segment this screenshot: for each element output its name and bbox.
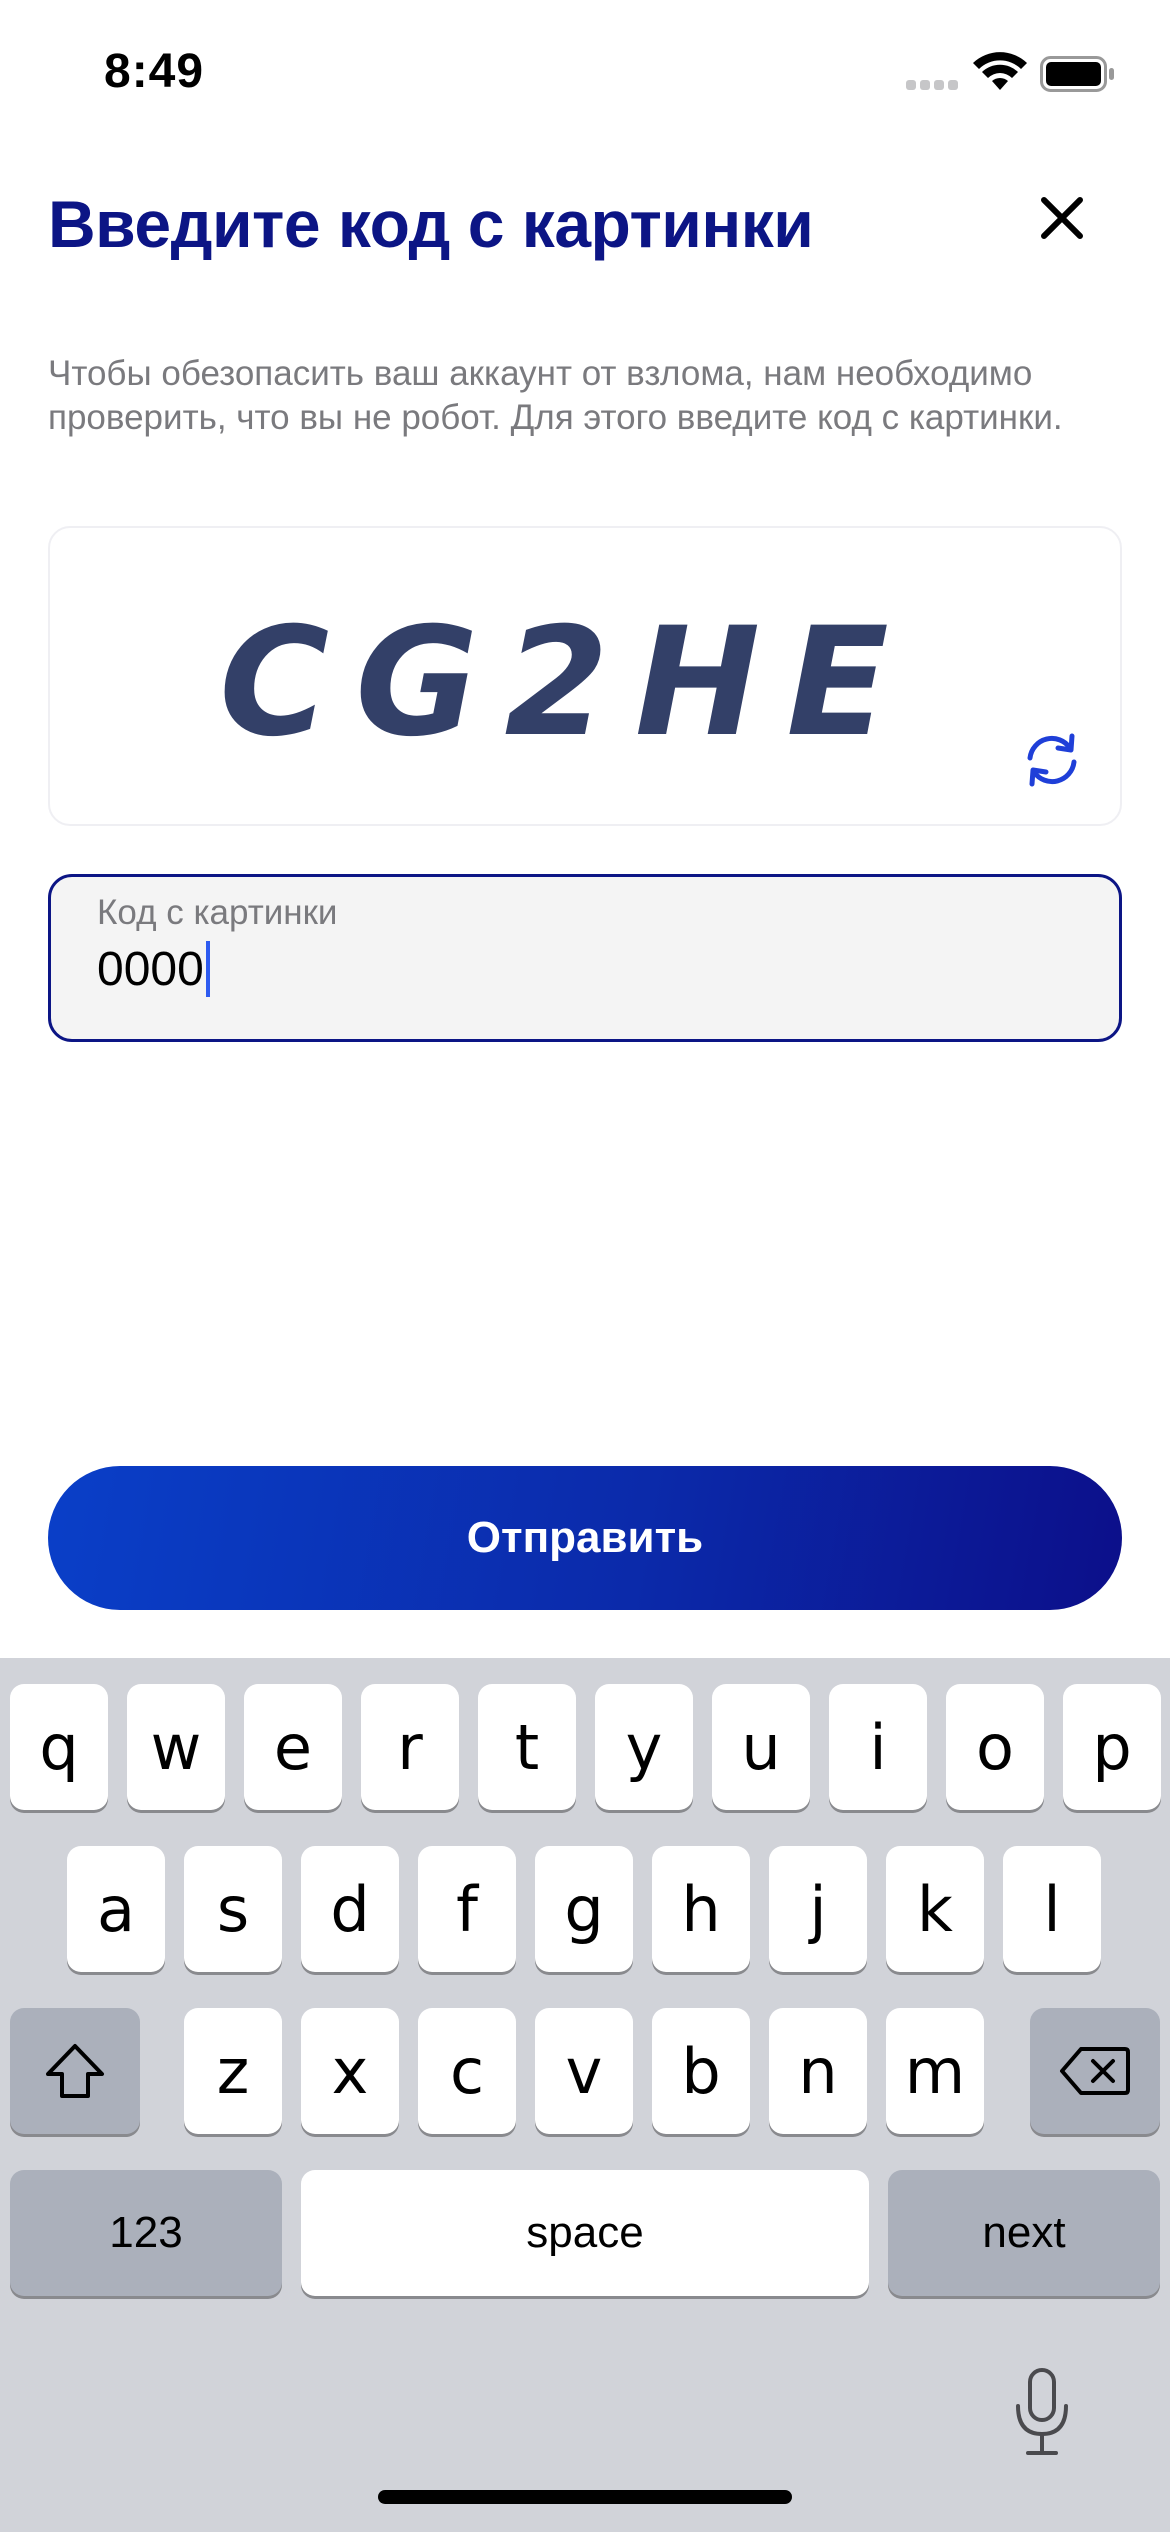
key-o[interactable]: o — [946, 1684, 1044, 1810]
key-m[interactable]: m — [886, 2008, 984, 2134]
key-e[interactable]: e — [244, 1684, 342, 1810]
shift-key[interactable] — [10, 2008, 140, 2134]
key-u[interactable]: u — [712, 1684, 810, 1810]
page-title: Введите код с картинки — [48, 187, 814, 261]
key-v[interactable]: v — [535, 2008, 633, 2134]
key-h[interactable]: h — [652, 1846, 750, 1972]
key-p[interactable]: p — [1063, 1684, 1161, 1810]
captcha-code-value: 0000 — [97, 942, 204, 996]
next-key[interactable]: next — [888, 2170, 1160, 2296]
captcha-image-text: CG2HE — [219, 596, 915, 770]
key-z[interactable]: z — [184, 2008, 282, 2134]
key-s[interactable]: s — [184, 1846, 282, 1972]
close-icon — [1041, 197, 1083, 239]
captcha-card: CG2HE — [48, 526, 1122, 826]
key-i[interactable]: i — [829, 1684, 927, 1810]
shift-icon — [46, 2044, 104, 2098]
key-r[interactable]: r — [361, 1684, 459, 1810]
cellular-signal-icon — [906, 80, 958, 92]
captcha-code-label: Код с картинки — [97, 893, 338, 932]
battery-icon — [1040, 56, 1114, 92]
close-button[interactable] — [1030, 186, 1094, 250]
numbers-key[interactable]: 123 — [10, 2170, 282, 2296]
refresh-icon[interactable] — [1020, 728, 1084, 792]
wifi-icon — [973, 52, 1027, 90]
text-caret — [205, 941, 210, 997]
key-n[interactable]: n — [769, 2008, 867, 2134]
key-b[interactable]: b — [652, 2008, 750, 2134]
key-g[interactable]: g — [535, 1846, 633, 1972]
key-t[interactable]: t — [478, 1684, 576, 1810]
captcha-code-value-wrap: 0000 — [97, 941, 210, 997]
key-d[interactable]: d — [301, 1846, 399, 1972]
backspace-key[interactable] — [1030, 2008, 1160, 2134]
status-time: 8:49 — [104, 45, 205, 98]
key-y[interactable]: y — [595, 1684, 693, 1810]
key-x[interactable]: x — [301, 2008, 399, 2134]
space-key[interactable]: space — [301, 2170, 869, 2296]
key-l[interactable]: l — [1003, 1846, 1101, 1972]
status-bar: 8:49 — [0, 0, 1170, 150]
home-indicator[interactable] — [378, 2490, 792, 2504]
key-j[interactable]: j — [769, 1846, 867, 1972]
key-w[interactable]: w — [127, 1684, 225, 1810]
microphone-icon[interactable] — [1010, 2366, 1074, 2458]
captcha-code-input[interactable]: Код с картинки 0000 — [48, 874, 1122, 1042]
key-f[interactable]: f — [418, 1846, 516, 1972]
backspace-icon — [1060, 2047, 1130, 2095]
key-k[interactable]: k — [886, 1846, 984, 1972]
keyboard: q w e r t y u i o p a s d f g h j k l z … — [0, 1658, 1170, 2532]
key-q[interactable]: q — [10, 1684, 108, 1810]
submit-button[interactable]: Отправить — [48, 1466, 1122, 1610]
key-c[interactable]: c — [418, 2008, 516, 2134]
key-a[interactable]: a — [67, 1846, 165, 1972]
captcha-image: CG2HE — [142, 578, 992, 788]
description-text: Чтобы обезопасить ваш аккаунт от взлома,… — [48, 354, 1063, 437]
